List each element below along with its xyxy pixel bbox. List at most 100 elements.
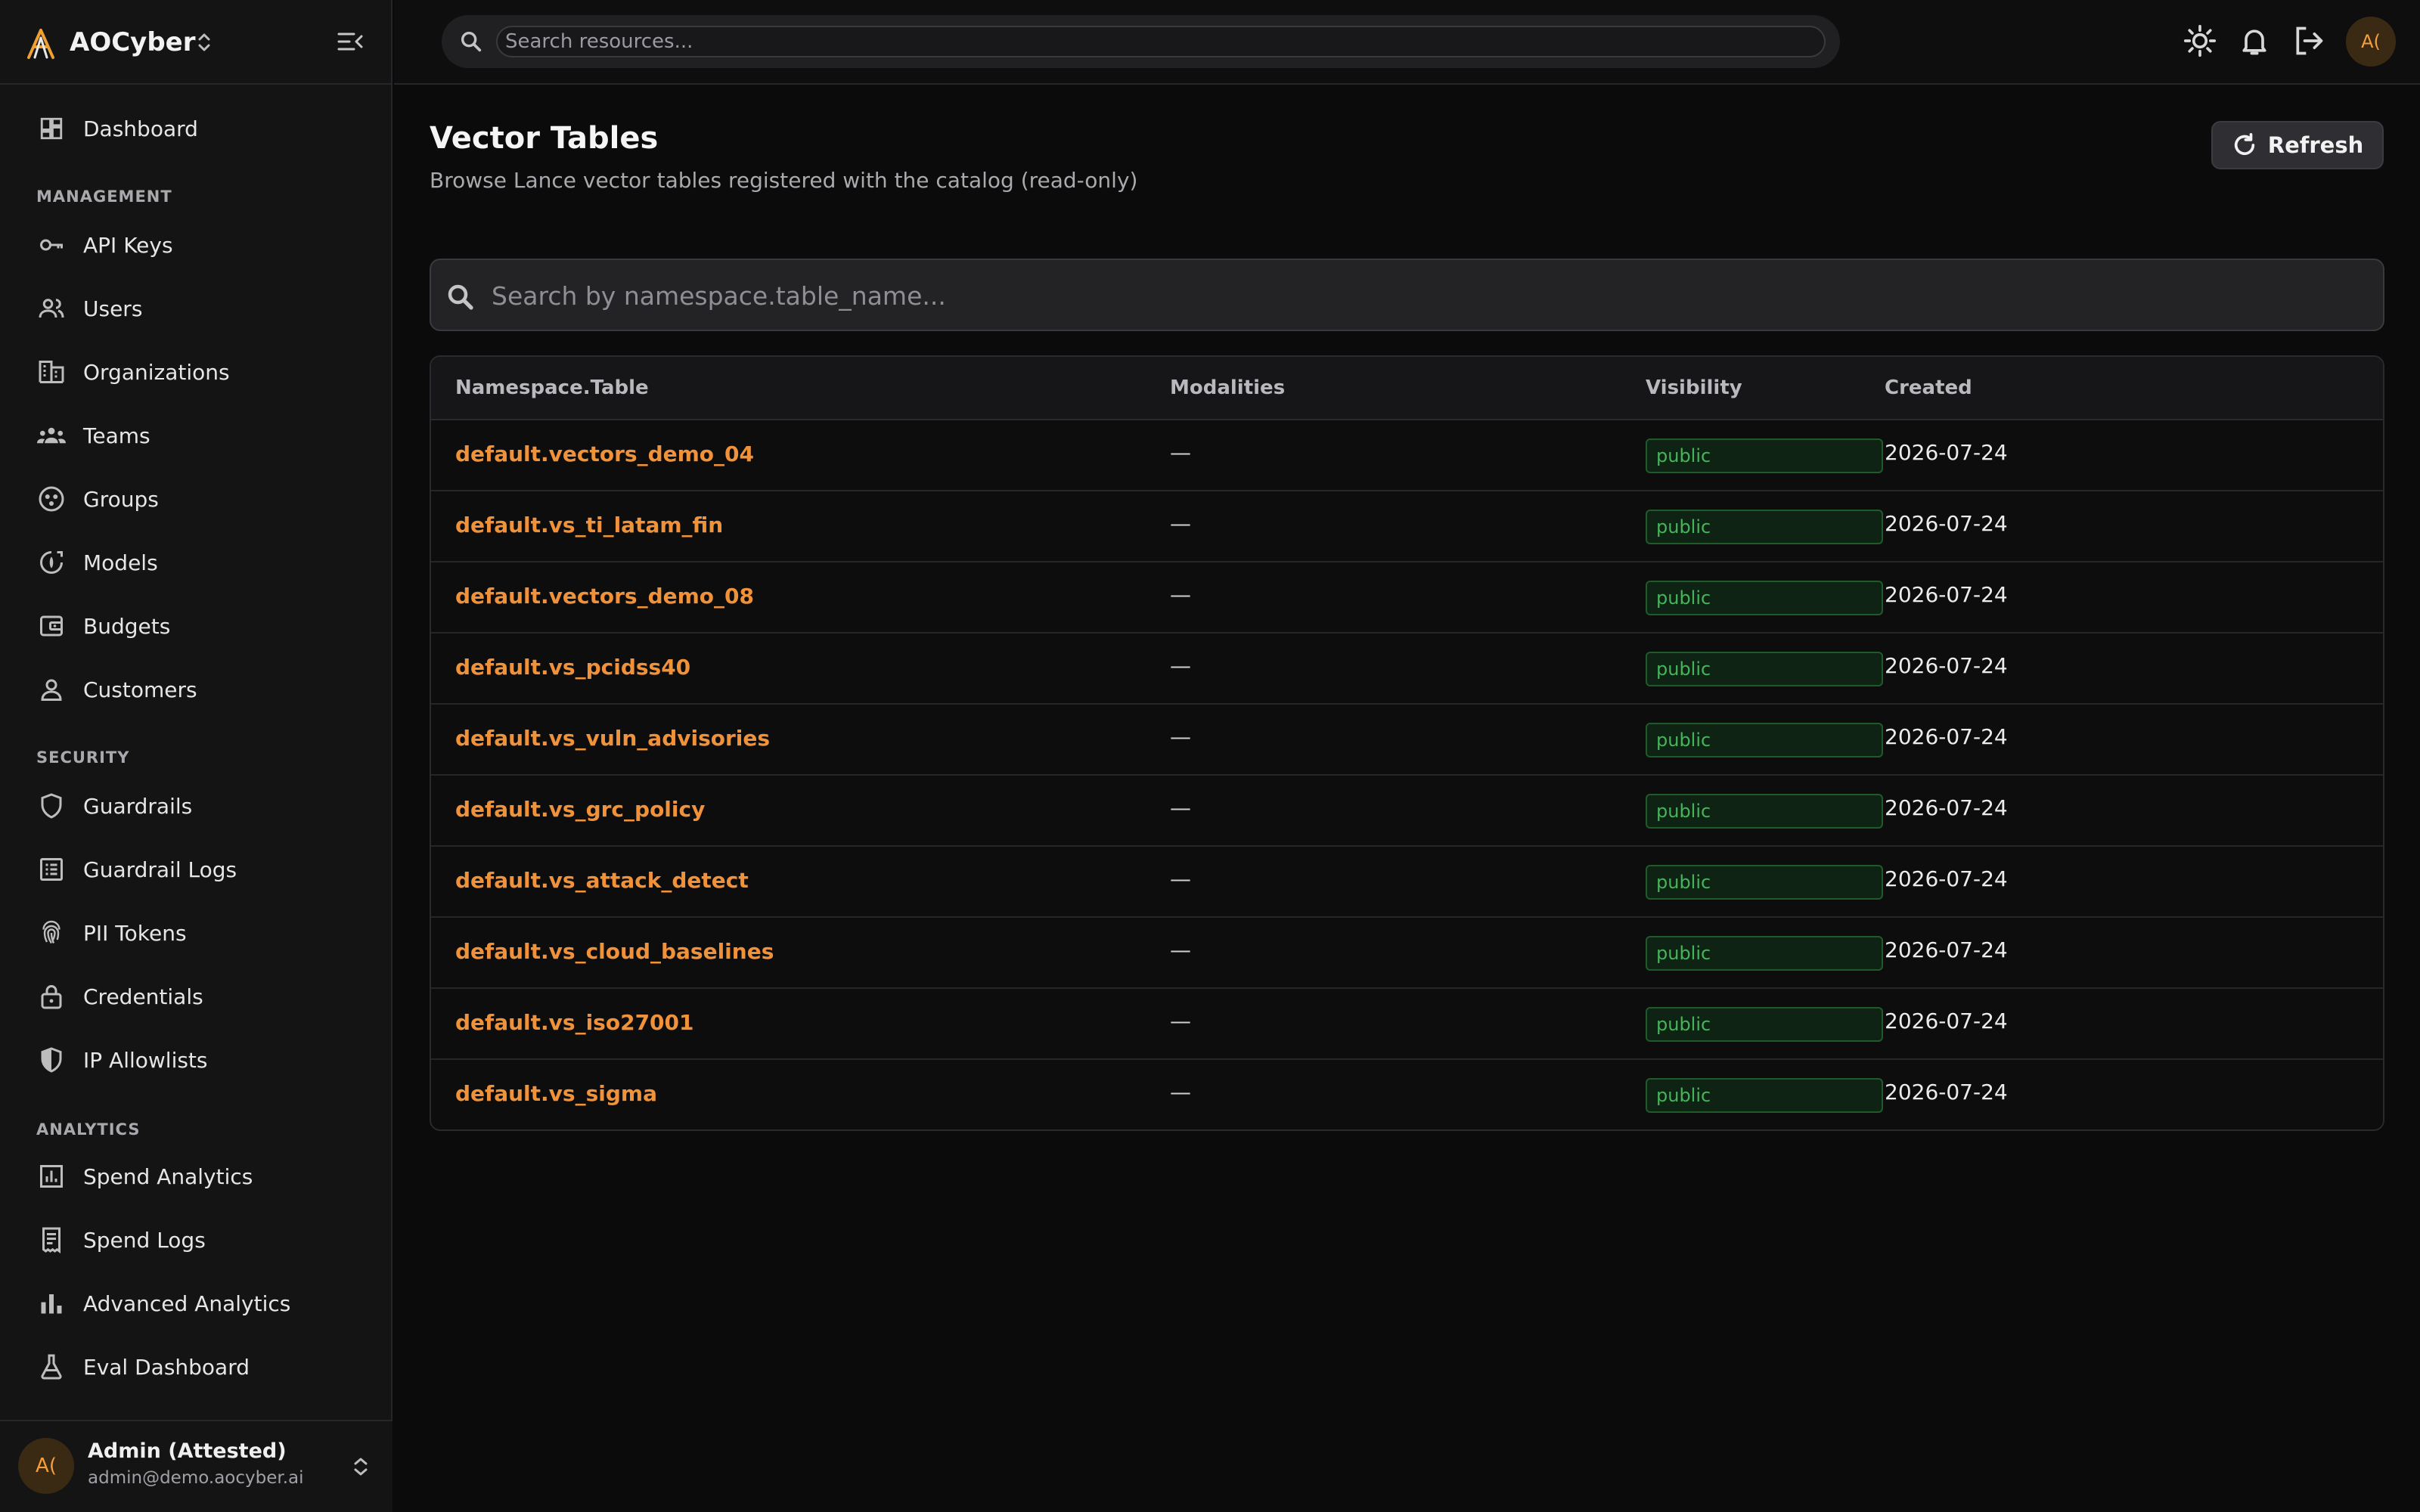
- table-name-link[interactable]: default.vs_pcidss40: [455, 655, 690, 680]
- table-row[interactable]: default.vectors_demo_08 — public 2026-07…: [431, 562, 2383, 634]
- collapse-sidebar-icon[interactable]: [337, 30, 363, 53]
- sidebar-item-spend-logs[interactable]: Spend Logs: [18, 1213, 374, 1267]
- sidebar-item-label: Models: [83, 550, 158, 575]
- sidebar-item-groups[interactable]: Groups: [18, 472, 374, 526]
- visibility-badge: public: [1646, 794, 1883, 829]
- table-row[interactable]: default.vs_sigma — public 2026-07-24: [431, 1060, 2383, 1129]
- table-row[interactable]: default.vs_iso27001 — public 2026-07-24: [431, 989, 2383, 1060]
- sidebar-item-dashboard[interactable]: Dashboard: [18, 101, 374, 156]
- modalities-cell: —: [1170, 511, 1191, 536]
- chevron-updown-icon[interactable]: [195, 29, 213, 56]
- sidebar-item-label: Customers: [83, 677, 197, 702]
- sidebar-item-models[interactable]: Models: [18, 535, 374, 590]
- key-icon: [36, 230, 67, 260]
- refresh-button[interactable]: Refresh: [2211, 121, 2384, 169]
- sun-icon[interactable]: [2183, 24, 2217, 57]
- sidebar-item-eval-dashboard[interactable]: Eval Dashboard: [18, 1340, 374, 1394]
- vector-tables-table: Namespace.Table Modalities Visibility Cr…: [430, 355, 2384, 1131]
- dashboard-icon: [36, 113, 67, 144]
- global-search-input[interactable]: [496, 26, 1826, 57]
- visibility-badge: public: [1646, 865, 1883, 900]
- table-name-link[interactable]: default.vectors_demo_04: [455, 442, 754, 466]
- sidebar-item-organizations[interactable]: Organizations: [18, 345, 374, 399]
- sidebar-item-users[interactable]: Users: [18, 281, 374, 336]
- sidebar-item-label: Organizations: [83, 359, 230, 385]
- table-row[interactable]: default.vs_attack_detect — public 2026-0…: [431, 847, 2383, 918]
- global-search: [442, 15, 1840, 68]
- table-name-link[interactable]: default.vs_iso27001: [455, 1010, 694, 1035]
- shield-half-icon: [36, 1045, 67, 1075]
- created-cell: 2026-07-24: [1885, 937, 2008, 962]
- created-cell: 2026-07-24: [1885, 724, 2008, 749]
- sidebar-item-api-keys[interactable]: API Keys: [18, 218, 374, 272]
- table-row[interactable]: default.vs_ti_latam_fin — public 2026-07…: [431, 491, 2383, 562]
- table-name-link[interactable]: default.vs_cloud_baselines: [455, 939, 774, 964]
- sidebar-item-label: IP Allowlists: [83, 1047, 208, 1073]
- chevron-updown-icon[interactable]: [349, 1453, 372, 1480]
- table-name-link[interactable]: default.vs_grc_policy: [455, 797, 705, 822]
- sidebar-item-pii-tokens[interactable]: PII Tokens: [18, 906, 374, 960]
- column-header-visibility[interactable]: Visibility: [1646, 376, 1742, 399]
- avatar: A(: [18, 1438, 74, 1494]
- table-row[interactable]: default.vectors_demo_04 — public 2026-07…: [431, 420, 2383, 491]
- chart-box-icon: [36, 1161, 67, 1191]
- sidebar-item-label: Groups: [83, 486, 159, 512]
- modalities-cell: —: [1170, 795, 1191, 820]
- column-header-created[interactable]: Created: [1885, 376, 1972, 399]
- column-header-namespace-table[interactable]: Namespace.Table: [455, 376, 649, 399]
- visibility-badge: public: [1646, 438, 1883, 473]
- table-row[interactable]: default.vs_grc_policy — public 2026-07-2…: [431, 776, 2383, 847]
- modalities-cell: —: [1170, 1009, 1191, 1033]
- created-cell: 2026-07-24: [1885, 1009, 2008, 1033]
- sidebar-item-advanced-analytics[interactable]: Advanced Analytics: [18, 1276, 374, 1331]
- table-row[interactable]: default.vs_pcidss40 — public 2026-07-24: [431, 634, 2383, 705]
- sidebar-item-credentials[interactable]: Credentials: [18, 969, 374, 1024]
- sidebar-item-ip-allowlists[interactable]: IP Allowlists: [18, 1033, 374, 1087]
- table-name-link[interactable]: default.vs_attack_detect: [455, 868, 749, 893]
- sidebar-item-customers[interactable]: Customers: [18, 662, 374, 717]
- search-icon: [461, 31, 482, 52]
- user-menu[interactable]: A( Admin (Attested) admin@demo.aocyber.a…: [0, 1420, 392, 1512]
- table-name-link[interactable]: default.vs_vuln_advisories: [455, 726, 770, 751]
- visibility-badge: public: [1646, 581, 1883, 615]
- table-row[interactable]: default.vs_cloud_baselines — public 2026…: [431, 918, 2383, 989]
- modalities-cell: —: [1170, 653, 1191, 678]
- table-search-input[interactable]: [492, 274, 2367, 318]
- modalities-cell: —: [1170, 866, 1191, 891]
- search-icon: [448, 284, 473, 310]
- sidebar-item-guardrails[interactable]: Guardrails: [18, 779, 374, 833]
- created-cell: 2026-07-24: [1885, 866, 2008, 891]
- fingerprint-icon: [36, 918, 67, 948]
- sidebar-item-teams[interactable]: Teams: [18, 408, 374, 463]
- sidebar-item-label: Advanced Analytics: [83, 1290, 291, 1316]
- sidebar-item-guardrail-logs[interactable]: Guardrail Logs: [18, 842, 374, 897]
- sidebar-item-label: Dashboard: [83, 116, 198, 141]
- visibility-badge: public: [1646, 510, 1883, 544]
- sidebar-item-spend-analytics[interactable]: Spend Analytics: [18, 1149, 374, 1204]
- bell-icon[interactable]: [2238, 24, 2271, 57]
- section-security: SECURITY: [36, 748, 130, 767]
- section-management: MANAGEMENT: [36, 187, 172, 206]
- modalities-cell: —: [1170, 440, 1191, 465]
- table-row[interactable]: default.vs_vuln_advisories — public 2026…: [431, 705, 2383, 776]
- created-cell: 2026-07-24: [1885, 582, 2008, 607]
- refresh-label: Refresh: [2267, 132, 2364, 158]
- sidebar-item-label: Budgets: [83, 613, 171, 639]
- person-icon: [36, 674, 67, 705]
- table-name-link[interactable]: default.vs_ti_latam_fin: [455, 513, 723, 538]
- table-header: Namespace.Table Modalities Visibility Cr…: [431, 357, 2383, 420]
- brand-name[interactable]: AOCyber: [70, 26, 196, 59]
- avatar[interactable]: A(: [2346, 17, 2396, 67]
- created-cell: 2026-07-24: [1885, 511, 2008, 536]
- modalities-cell: —: [1170, 1080, 1191, 1105]
- sidebar-item-budgets[interactable]: Budgets: [18, 599, 374, 653]
- sidebar-item-label: Spend Logs: [83, 1227, 206, 1253]
- sidebar-item-label: API Keys: [83, 232, 173, 258]
- building-icon: [36, 357, 67, 387]
- table-name-link[interactable]: default.vs_sigma: [455, 1081, 657, 1106]
- table-name-link[interactable]: default.vectors_demo_08: [455, 584, 754, 609]
- created-cell: 2026-07-24: [1885, 795, 2008, 820]
- column-header-modalities[interactable]: Modalities: [1170, 376, 1285, 399]
- sidebar-item-label: Eval Dashboard: [83, 1354, 250, 1380]
- logout-icon[interactable]: [2292, 24, 2325, 57]
